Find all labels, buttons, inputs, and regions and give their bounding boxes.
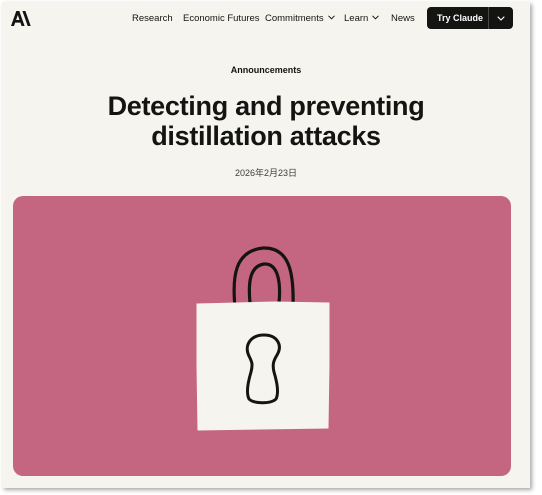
padlock-illustration [196, 246, 330, 431]
browser-page: Research Economic Futures Commitments Le… [2, 2, 530, 488]
try-claude-button[interactable]: Try Claude [427, 13, 488, 23]
try-claude-dropdown-button[interactable] [489, 7, 513, 29]
chevron-down-icon [497, 15, 505, 21]
hero-illustration [13, 196, 511, 476]
nav-research[interactable]: Research [132, 13, 173, 25]
chevron-down-icon [372, 15, 380, 20]
nav-news[interactable]: News [391, 13, 415, 25]
anthropic-logo-icon[interactable] [11, 11, 31, 26]
chevron-down-icon [327, 15, 335, 20]
nav-commitments-label: Commitments [265, 13, 324, 24]
page-title: Detecting and preventing distillation at… [107, 91, 425, 151]
nav-learn-label: Learn [344, 13, 369, 24]
nav-commitments[interactable]: Commitments [265, 13, 335, 25]
nav-learn[interactable]: Learn [344, 13, 380, 25]
try-claude-button-group: Try Claude [427, 7, 513, 29]
nav-economic-futures[interactable]: Economic Futures [183, 13, 260, 25]
top-navigation: Research Economic Futures Commitments Le… [2, 2, 530, 34]
article-category[interactable]: Announcements [2, 65, 530, 75]
article-date: 2026年2月23日 [234, 168, 298, 178]
